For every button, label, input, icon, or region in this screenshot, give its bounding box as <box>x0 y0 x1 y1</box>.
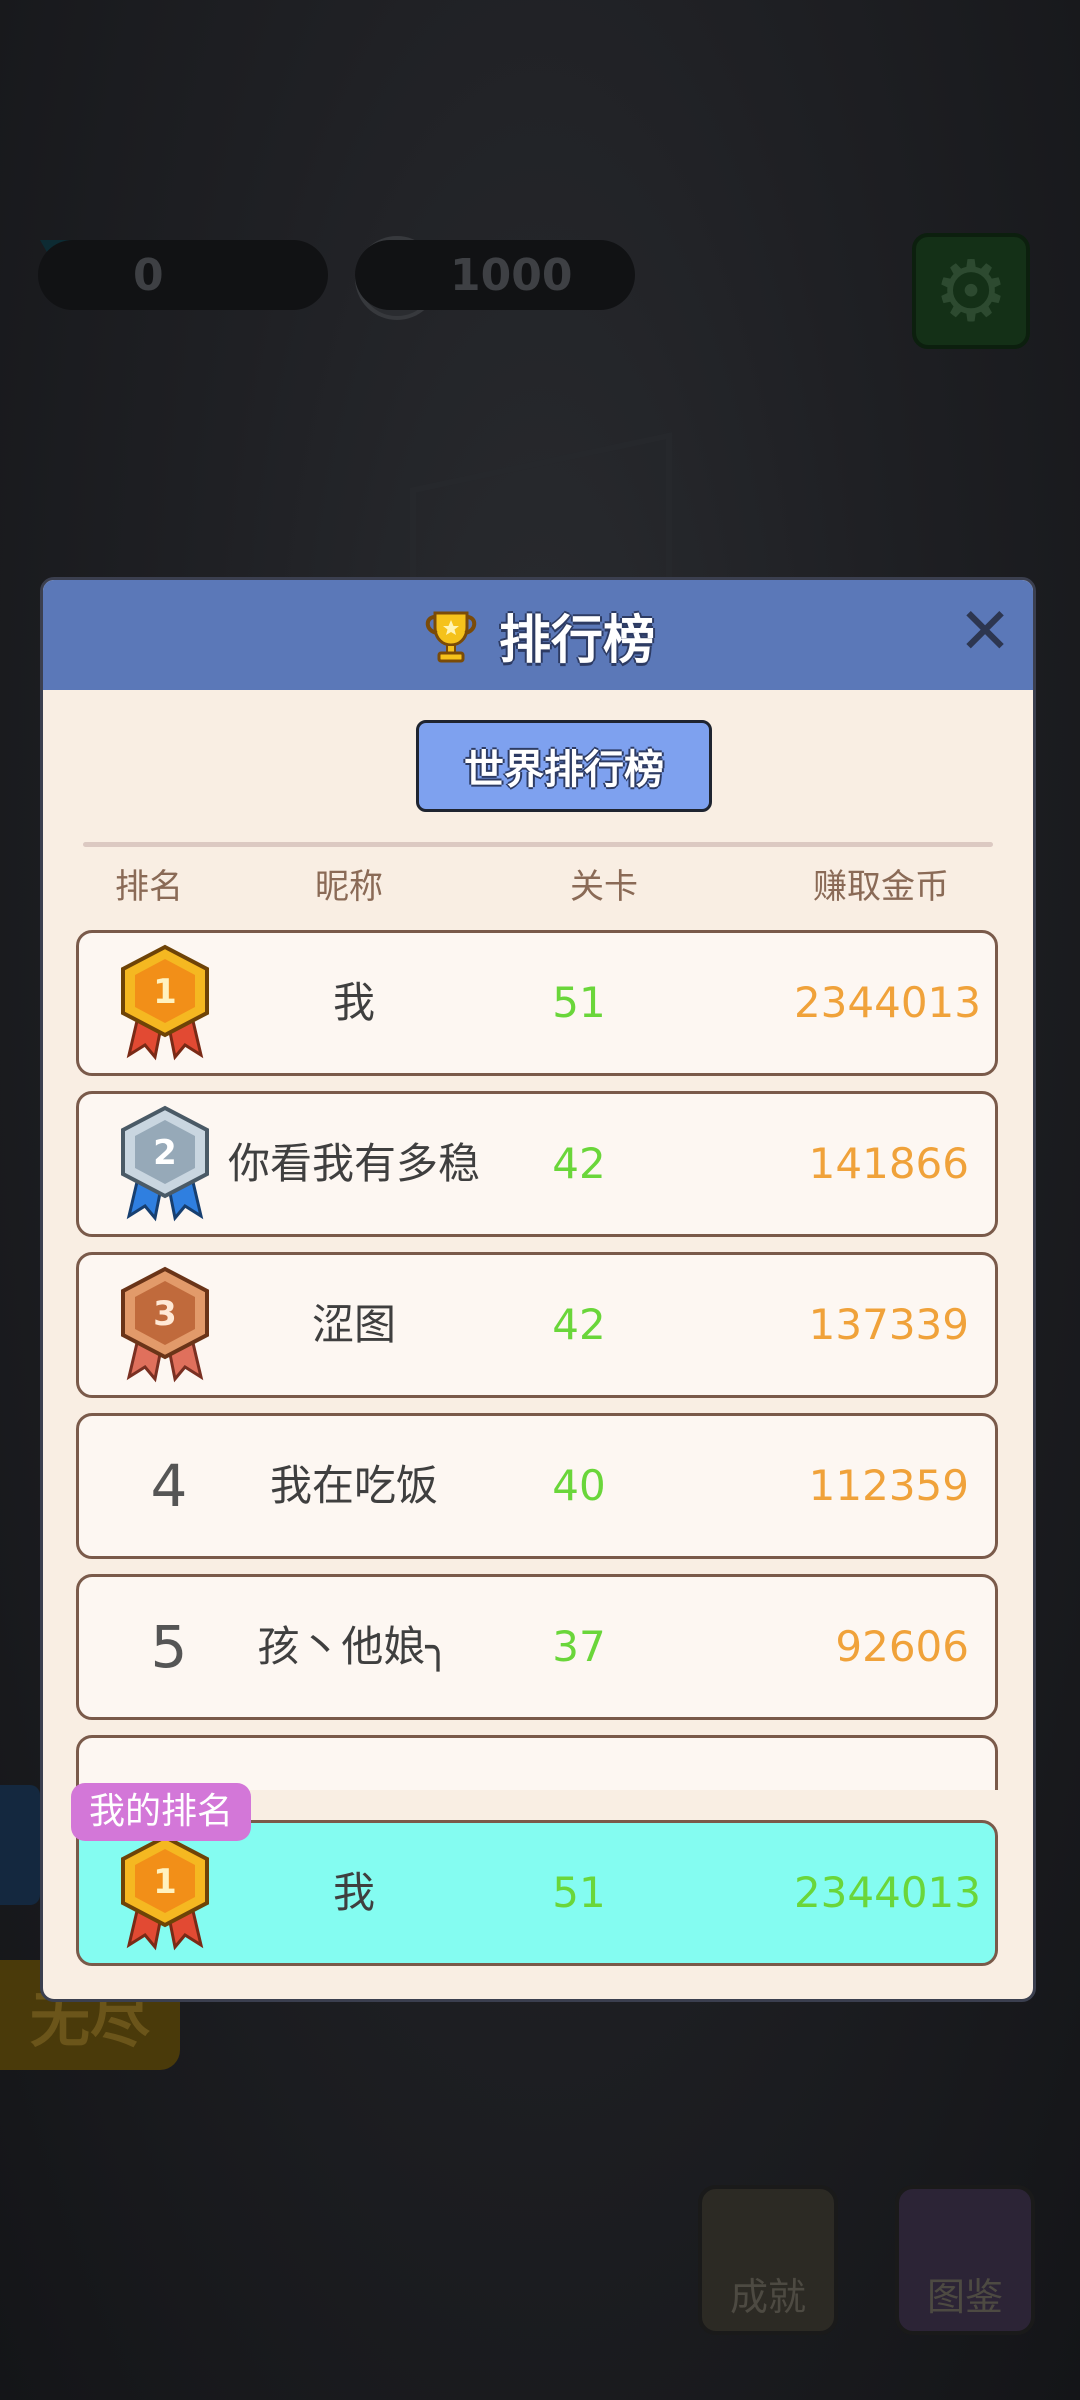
player-name: 孩丶他娘╮ <box>257 1622 451 1671</box>
leaderboard-row: 3 涩图 42 137339 <box>76 1252 998 1398</box>
leaderboard-row: 5 孩丶他娘╮ 37 92606 <box>76 1574 998 1720</box>
side-blue-button[interactable] <box>0 1785 40 1905</box>
player-level: 51 <box>552 978 606 1027</box>
trophy-icon <box>425 611 477 663</box>
close-button[interactable]: ✕ <box>955 600 1015 664</box>
svg-text:3: 3 <box>153 1294 177 1334</box>
column-header-name: 昵称 <box>315 867 383 907</box>
player-level: 40 <box>552 1461 606 1510</box>
column-header-level: 关卡 <box>570 867 638 907</box>
player-level: 42 <box>552 1139 606 1188</box>
my-rank-tag: 我的排名 <box>71 1783 252 1841</box>
silver-medal-icon: 2 <box>121 1105 209 1222</box>
svg-text:1: 1 <box>153 1862 177 1902</box>
player-name: 我在吃饭 <box>269 1461 438 1510</box>
player-level: 37 <box>552 1622 606 1671</box>
close-icon: ✕ <box>958 595 1012 669</box>
column-header-rank: 排名 <box>115 867 183 907</box>
coin-count: 1000 <box>450 249 573 301</box>
achievements-label: 成就 <box>729 2275 806 2319</box>
bronze-medal-icon: 3 <box>121 1266 209 1383</box>
player-coins: 2344013 <box>793 978 981 1027</box>
player-coins: 141866 <box>808 1139 969 1188</box>
collection-label: 图鉴 <box>926 2275 1003 2319</box>
settings-button[interactable]: ⚙ <box>912 233 1030 349</box>
coin-counter: 1000 <box>355 240 635 310</box>
player-name: 涩图 <box>311 1300 396 1349</box>
leaderboard-row: 4 我在吃饭 40 112359 <box>76 1413 998 1559</box>
player-coins: 137339 <box>808 1300 969 1349</box>
column-header-coins: 赚取金币 <box>813 867 949 907</box>
gear-icon: ⚙ <box>933 242 1009 340</box>
dialog-title: 排行榜 <box>498 610 655 671</box>
player-name: 我 <box>332 978 375 1027</box>
my-name: 我 <box>332 1868 375 1917</box>
leaderboard-row: 2 你看我有多稳 42 141866 <box>76 1091 998 1237</box>
leaderboard-list[interactable]: 1 我 51 2344013 2 你看我有多稳 42 141866 3 涩图 4… <box>76 930 998 1790</box>
svg-text:1: 1 <box>153 972 177 1012</box>
my-coins: 2344013 <box>793 1868 981 1917</box>
achievements-button[interactable]: 成就 <box>698 2185 838 2335</box>
player-name: 你看我有多稳 <box>227 1139 480 1188</box>
gem-counter: 0 <box>38 240 328 310</box>
gem-count: 0 <box>133 249 164 301</box>
leaderboard-row: 1 我 51 2344013 <box>76 930 998 1076</box>
dialog-header: 排行榜 ✕ <box>43 580 1033 690</box>
svg-text:2: 2 <box>153 1133 177 1173</box>
my-rank-row: 1 我 51 2344013 <box>76 1820 998 1966</box>
gold-medal-icon: 1 <box>121 944 209 1061</box>
my-level: 51 <box>552 1868 606 1917</box>
collection-button[interactable]: 图鉴 <box>895 2185 1035 2335</box>
player-coins: 92606 <box>835 1622 969 1671</box>
player-level: 42 <box>552 1300 606 1349</box>
player-coins: 112359 <box>808 1461 969 1510</box>
leaderboard-row <box>76 1735 998 1790</box>
tab-world-leaderboard[interactable]: 世界排行榜 <box>416 720 712 812</box>
gold-medal-icon: 1 <box>121 1834 209 1951</box>
leaderboard-dialog: 排行榜 ✕ 世界排行榜 排名 昵称 关卡 赚取金币 1 我 51 2344013 <box>40 577 1036 2002</box>
divider <box>83 842 993 847</box>
